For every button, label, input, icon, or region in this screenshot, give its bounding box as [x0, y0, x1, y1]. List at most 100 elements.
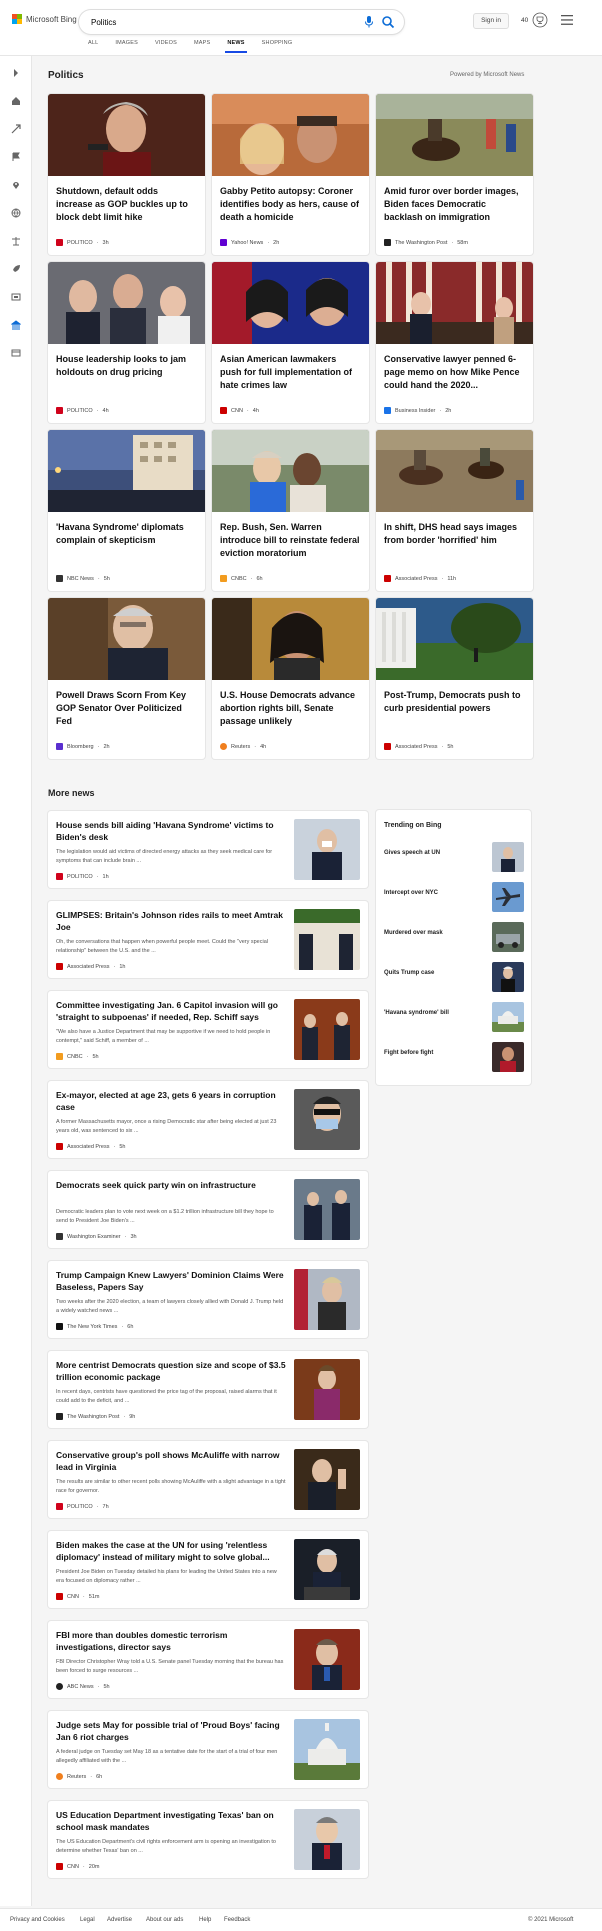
- news-list-item[interactable]: GLIMPSES: Britain's Johnson rides rails …: [48, 901, 368, 978]
- story-thumbnail[interactable]: [294, 909, 360, 970]
- news-list-item[interactable]: Judge sets May for possible trial of 'Pr…: [48, 1711, 368, 1788]
- trending-item[interactable]: 'Havana syndrome' bill: [384, 1002, 524, 1034]
- story-title[interactable]: Amid furor over border images, Biden fac…: [384, 185, 524, 224]
- globe-icon[interactable]: [11, 208, 21, 218]
- story-title[interactable]: In shift, DHS head says images from bord…: [384, 521, 524, 547]
- story-thumbnail[interactable]: [294, 1359, 360, 1420]
- footer-link-advertise[interactable]: Advertise: [107, 1917, 132, 1923]
- rewards-trophy-icon[interactable]: [532, 12, 548, 28]
- news-list-item[interactable]: House sends bill aiding 'Havana Syndrome…: [48, 811, 368, 888]
- trending-item[interactable]: Murdered over mask: [384, 922, 524, 954]
- trending-item-label[interactable]: Fight before fight: [384, 1050, 484, 1056]
- story-title[interactable]: Gabby Petito autopsy: Coroner identifies…: [220, 185, 360, 224]
- tab-videos[interactable]: VIDEOS: [155, 40, 177, 46]
- trending-item[interactable]: Gives speech at UN: [384, 842, 524, 874]
- story-title[interactable]: US Education Department investigating Te…: [56, 1809, 286, 1833]
- trending-thumbnail[interactable]: [492, 962, 524, 992]
- expand-chevron-icon[interactable]: [11, 68, 21, 78]
- tab-images[interactable]: IMAGES: [115, 40, 138, 46]
- story-title[interactable]: Conservative group's poll shows McAuliff…: [56, 1449, 286, 1473]
- microphone-icon[interactable]: [363, 15, 375, 29]
- story-thumbnail[interactable]: [294, 999, 360, 1060]
- trending-thumbnail[interactable]: [492, 1002, 524, 1032]
- tv-icon[interactable]: [11, 292, 21, 302]
- politics-building-icon[interactable]: [11, 320, 21, 330]
- story-title[interactable]: House sends bill aiding 'Havana Syndrome…: [56, 819, 286, 843]
- tab-maps[interactable]: MAPS: [194, 40, 210, 46]
- story-title[interactable]: GLIMPSES: Britain's Johnson rides rails …: [56, 909, 286, 933]
- news-card[interactable]: Rep. Bush, Sen. Warren introduce bill to…: [212, 430, 369, 591]
- trending-arrows-icon[interactable]: [11, 124, 21, 134]
- story-thumbnail[interactable]: [294, 1809, 360, 1870]
- news-list-item[interactable]: Biden makes the case at the UN for using…: [48, 1531, 368, 1608]
- story-title[interactable]: Asian American lawmakers push for full i…: [220, 353, 360, 392]
- story-title[interactable]: FBI more than doubles domestic terrorism…: [56, 1629, 286, 1653]
- news-card[interactable]: House leadership looks to jam holdouts o…: [48, 262, 205, 423]
- bing-logo[interactable]: Microsoft Bing: [12, 14, 77, 24]
- trending-item[interactable]: Fight before fight: [384, 1042, 524, 1074]
- tab-shopping[interactable]: SHOPPING: [262, 40, 293, 46]
- footer-link-feedback[interactable]: Feedback: [224, 1917, 250, 1923]
- story-title[interactable]: Committee investigating Jan. 6 Capitol i…: [56, 999, 286, 1023]
- footer-link-about-ads[interactable]: About our ads: [146, 1917, 183, 1923]
- location-pin-icon[interactable]: [11, 180, 21, 190]
- trending-item-label[interactable]: Murdered over mask: [384, 930, 484, 936]
- trending-item[interactable]: Quits Trump case: [384, 962, 524, 994]
- story-thumbnail[interactable]: [294, 1719, 360, 1780]
- trending-item-label[interactable]: Intercept over NYC: [384, 890, 484, 896]
- news-card[interactable]: Gabby Petito autopsy: Coroner identifies…: [212, 94, 369, 255]
- search-icon[interactable]: [381, 15, 395, 29]
- trending-item-label[interactable]: 'Havana syndrome' bill: [384, 1010, 484, 1016]
- story-title[interactable]: Trump Campaign Knew Lawyers' Dominion Cl…: [56, 1269, 286, 1293]
- story-title[interactable]: U.S. House Democrats advance abortion ri…: [220, 689, 360, 728]
- story-title[interactable]: Rep. Bush, Sen. Warren introduce bill to…: [220, 521, 360, 560]
- news-list-item[interactable]: FBI more than doubles domestic terrorism…: [48, 1621, 368, 1698]
- news-list-item[interactable]: Conservative group's poll shows McAuliff…: [48, 1441, 368, 1518]
- story-thumbnail[interactable]: [294, 1269, 360, 1330]
- story-title[interactable]: House leadership looks to jam holdouts o…: [56, 353, 196, 379]
- rewards-count[interactable]: 40: [521, 17, 528, 24]
- news-card[interactable]: U.S. House Democrats advance abortion ri…: [212, 598, 369, 759]
- trending-item-label[interactable]: Quits Trump case: [384, 970, 484, 976]
- sign-in-button[interactable]: Sign in: [473, 13, 509, 29]
- trending-thumbnail[interactable]: [492, 882, 524, 912]
- story-thumbnail[interactable]: [294, 1179, 360, 1240]
- home-icon[interactable]: [11, 96, 21, 106]
- story-thumbnail[interactable]: [294, 819, 360, 880]
- news-card[interactable]: Powell Draws Scorn From Key GOP Senator …: [48, 598, 205, 759]
- search-input[interactable]: [91, 14, 341, 30]
- news-card[interactable]: Amid furor over border images, Biden fac…: [376, 94, 533, 255]
- news-card[interactable]: Shutdown, default odds increase as GOP b…: [48, 94, 205, 255]
- story-title[interactable]: Conservative lawyer penned 6-page memo o…: [384, 353, 524, 392]
- news-card[interactable]: 'Havana Syndrome' diplomats complain of …: [48, 430, 205, 591]
- story-title[interactable]: More centrist Democrats question size an…: [56, 1359, 286, 1383]
- news-list-item[interactable]: More centrist Democrats question size an…: [48, 1351, 368, 1428]
- trending-thumbnail[interactable]: [492, 922, 524, 952]
- trending-item[interactable]: Intercept over NYC: [384, 882, 524, 914]
- story-thumbnail[interactable]: [294, 1449, 360, 1510]
- story-title[interactable]: Powell Draws Scorn From Key GOP Senator …: [56, 689, 196, 728]
- news-card[interactable]: In shift, DHS head says images from bord…: [376, 430, 533, 591]
- rocket-icon[interactable]: [11, 264, 21, 274]
- scales-icon[interactable]: [11, 236, 21, 246]
- news-card[interactable]: Asian American lawmakers push for full i…: [212, 262, 369, 423]
- tab-news[interactable]: NEWS: [225, 40, 248, 53]
- menu-hamburger-icon[interactable]: [561, 15, 573, 25]
- story-title[interactable]: Judge sets May for possible trial of 'Pr…: [56, 1719, 286, 1743]
- footer-link-help[interactable]: Help: [199, 1917, 211, 1923]
- news-list-item[interactable]: Ex-mayor, elected at age 23, gets 6 year…: [48, 1081, 368, 1158]
- news-list-item[interactable]: Committee investigating Jan. 6 Capitol i…: [48, 991, 368, 1068]
- story-title[interactable]: Biden makes the case at the UN for using…: [56, 1539, 286, 1563]
- news-list-item[interactable]: Democrats seek quick party win on infras…: [48, 1171, 368, 1248]
- flag-icon[interactable]: [11, 152, 21, 162]
- story-thumbnail[interactable]: [294, 1089, 360, 1150]
- story-title[interactable]: Post-Trump, Democrats push to curb presi…: [384, 689, 524, 715]
- news-list-item[interactable]: US Education Department investigating Te…: [48, 1801, 368, 1878]
- footer-link-legal[interactable]: Legal: [80, 1917, 95, 1923]
- news-card[interactable]: Conservative lawyer penned 6-page memo o…: [376, 262, 533, 423]
- story-title[interactable]: Ex-mayor, elected at age 23, gets 6 year…: [56, 1089, 286, 1113]
- story-thumbnail[interactable]: [294, 1539, 360, 1600]
- news-list-item[interactable]: Trump Campaign Knew Lawyers' Dominion Cl…: [48, 1261, 368, 1338]
- news-card[interactable]: Post-Trump, Democrats push to curb presi…: [376, 598, 533, 759]
- trending-thumbnail[interactable]: [492, 842, 524, 872]
